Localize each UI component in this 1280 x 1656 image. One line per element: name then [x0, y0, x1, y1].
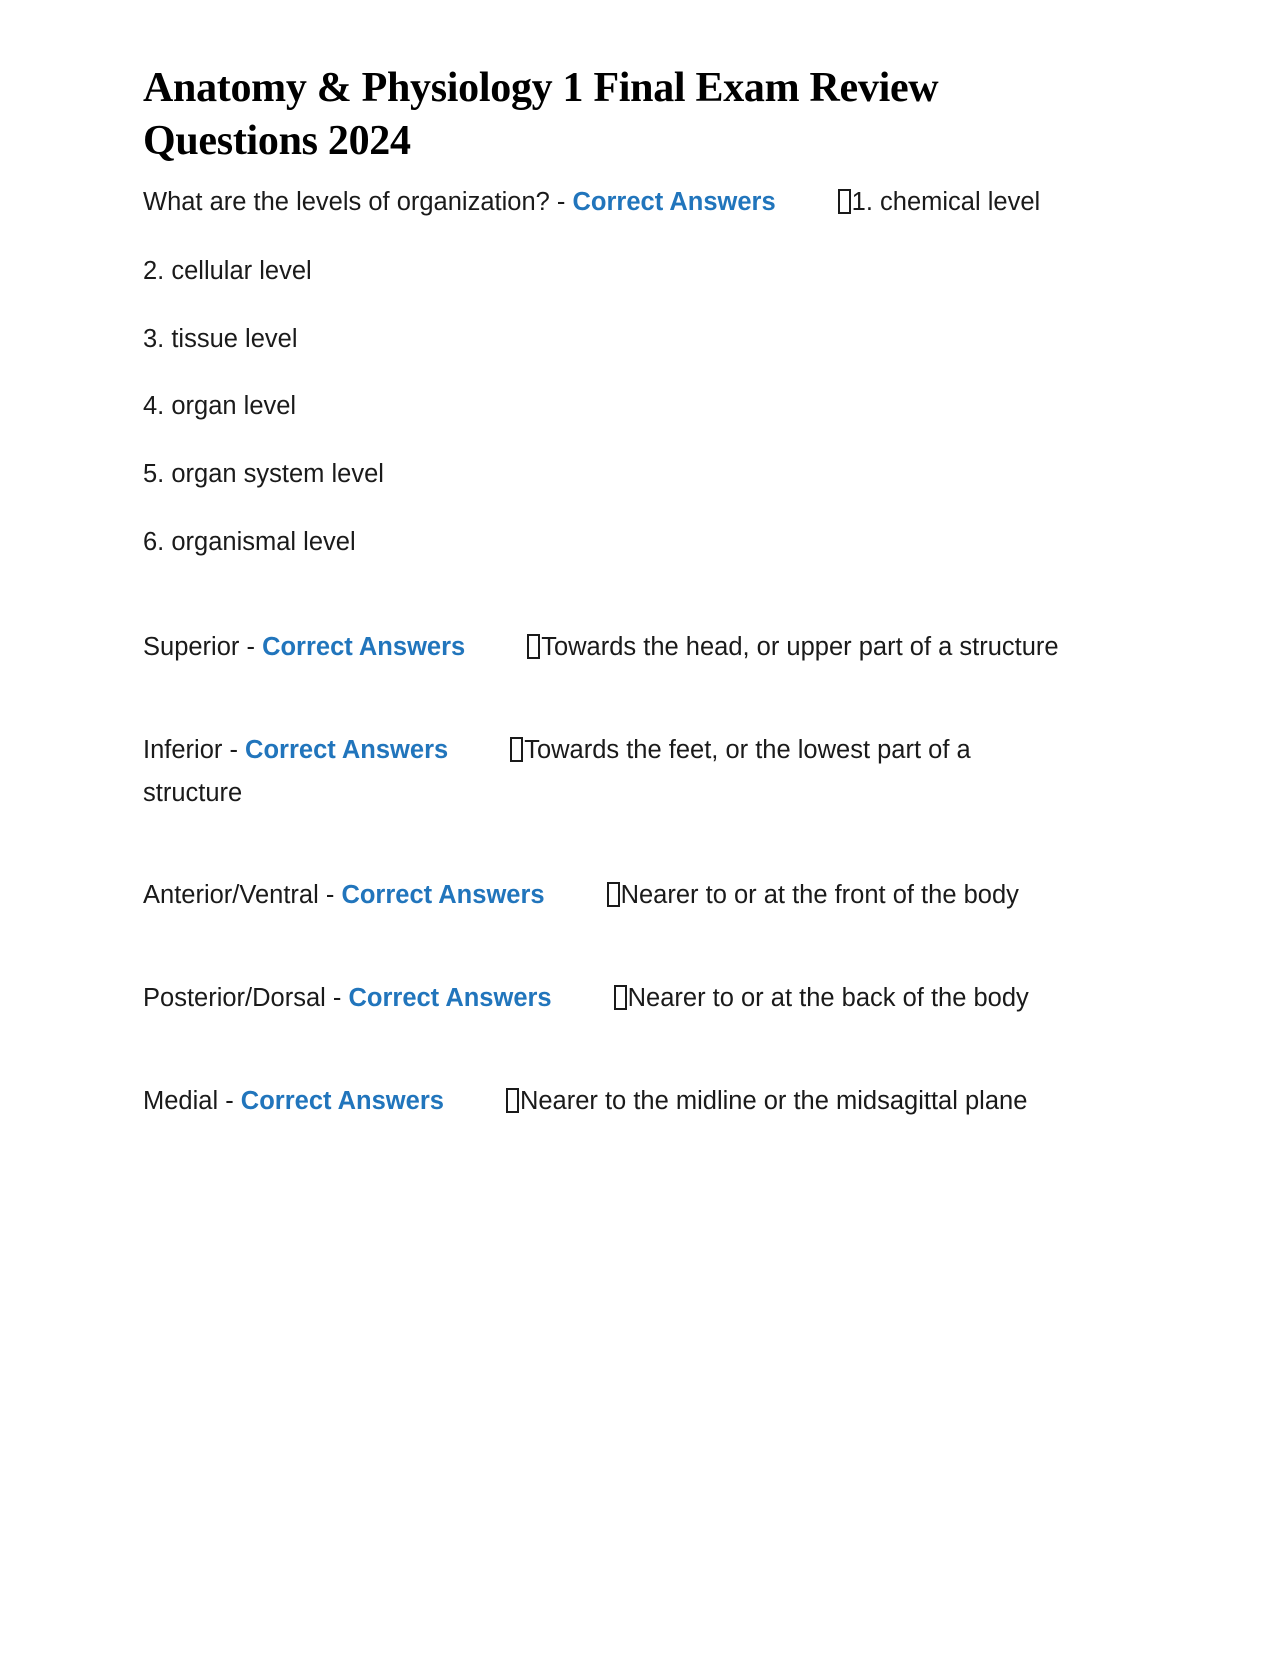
list-item: 3. tissue level: [143, 324, 298, 353]
tofu-box-glyph-icon: [837, 189, 851, 214]
qa-entry-levels-of-organization: What are the levels of organization? - C…: [143, 181, 1070, 224]
correct-answers-label: Correct Answers: [348, 984, 552, 1013]
tofu-box-glyph-icon: [613, 985, 627, 1011]
levels-of-organization-list: 2. cellular level 3. tissue level 4. org…: [143, 250, 1070, 564]
qa-entry-inferior: Inferior - Correct Answers Towards the fe…: [143, 729, 1070, 815]
qa-line: What are the levels of organization? - C…: [143, 181, 1070, 224]
prompt-separator: -: [325, 984, 349, 1013]
question-prompt: Superior: [143, 632, 240, 661]
qa-line: Inferior - Correct Answers Towards the fe…: [143, 729, 1070, 815]
prompt-separator: -: [222, 735, 246, 764]
answer-text: Nearer to the midline or the midsagittal…: [519, 1087, 1028, 1116]
question-prompt: Anterior/Ventral: [143, 881, 319, 910]
prompt-separator: -: [318, 881, 342, 910]
answer-first-line: 1.: [851, 188, 873, 216]
answer-text: Nearer to or at the back of the body: [627, 984, 1029, 1013]
correct-answers-label: Correct Answers: [245, 735, 449, 764]
qa-line: Anterior/Ventral - Correct Answers Nearer…: [143, 874, 1070, 917]
qa-line: Posterior/Dorsal - Correct Answers Nearer…: [143, 977, 1070, 1020]
correct-answers-label: Correct Answers: [572, 188, 776, 216]
question-prompt: Posterior/Dorsal: [143, 984, 326, 1013]
prompt-separator: -: [239, 632, 263, 661]
answer-continuation: chemical level: [880, 188, 1041, 216]
correct-answers-label: Correct Answers: [341, 881, 545, 910]
document-page: Anatomy & Physiology 1 Final Exam Review…: [0, 0, 1280, 1656]
prompt-separator: -: [549, 188, 573, 216]
list-item: 2. cellular level: [143, 256, 312, 285]
qa-entry-medial: Medial - Correct Answers Nearer to the mi…: [143, 1080, 1070, 1123]
tofu-box-glyph-icon: [505, 1088, 519, 1114]
qa-entry-posterior-dorsal: Posterior/Dorsal - Correct Answers Nearer…: [143, 977, 1070, 1020]
list-item: 4. organ level: [143, 392, 297, 421]
list-item: 5. organ system level: [143, 460, 384, 489]
correct-answers-label: Correct Answers: [262, 632, 466, 661]
page-title: Anatomy & Physiology 1 Final Exam Review…: [143, 65, 939, 164]
answer-text: Towards the head, or upper part of a str…: [541, 632, 1059, 661]
question-prompt: What are the levels of organization?: [143, 188, 550, 216]
qa-line: Superior - Correct Answers Towards the he…: [143, 626, 1070, 669]
prompt-separator: -: [218, 1087, 241, 1116]
tofu-box-glyph-icon: [527, 633, 541, 659]
qa-entry-superior: Superior - Correct Answers Towards the he…: [143, 626, 1070, 669]
question-prompt: Medial: [143, 1087, 219, 1116]
list-item: 6. organismal level: [143, 528, 356, 557]
tofu-box-glyph-icon: [510, 736, 524, 762]
question-prompt: Inferior: [143, 735, 223, 764]
correct-answers-label: Correct Answers: [240, 1087, 444, 1116]
answer-text: Nearer to or at the front of the body: [620, 881, 1019, 910]
qa-line: Medial - Correct Answers Nearer to the mi…: [143, 1080, 1070, 1123]
tofu-box-glyph-icon: [606, 882, 620, 908]
qa-entry-anterior-ventral: Anterior/Ventral - Correct Answers Nearer…: [143, 874, 1070, 917]
